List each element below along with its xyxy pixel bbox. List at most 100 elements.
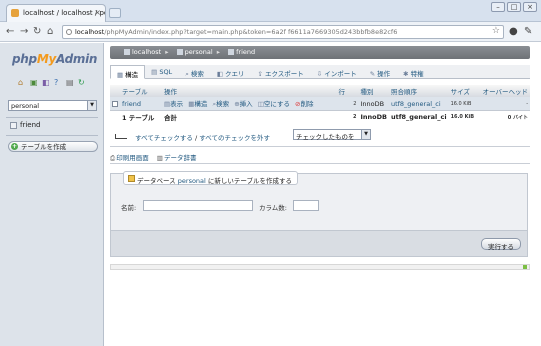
import-icon: ⇩: [316, 70, 323, 78]
with-selected-value: チェックしたものを: [296, 133, 355, 141]
tab-label: 操作: [377, 70, 391, 78]
col-rows[interactable]: 行: [336, 85, 359, 97]
tab-label: 特権: [410, 70, 424, 78]
sql-icon: ▤: [151, 68, 158, 76]
home-icon[interactable]: ⌂: [18, 79, 26, 87]
nav-table-item[interactable]: friend: [10, 121, 40, 129]
breadcrumb-table[interactable]: friend: [236, 48, 255, 56]
tab-query[interactable]: ◧ クエリ: [211, 65, 252, 79]
phpmyadmin-favicon-icon: [11, 9, 19, 17]
breadcrumb-separator-icon: ▸: [216, 48, 221, 56]
query-icon: ◧: [216, 70, 223, 78]
tab-label: SQL: [159, 68, 173, 76]
new-table-icon: [128, 175, 135, 182]
name-label: 名前:: [121, 204, 137, 212]
divider: [110, 163, 530, 164]
tab-close-icon[interactable]: ×: [94, 8, 101, 17]
check-all-bar: すべてチェックする / すべてのチェックを外す: [115, 132, 270, 142]
col-size[interactable]: サイズ: [448, 85, 481, 97]
row-size[interactable]: 16.0 KiB: [448, 97, 481, 111]
tab-structure[interactable]: ▦ 構造: [110, 65, 146, 79]
home-icon[interactable]: ⌂: [47, 26, 53, 38]
breadcrumb-server[interactable]: localhost: [132, 48, 161, 56]
address-bar[interactable]: localhost/phpMyAdmin/index.php?target=ma…: [62, 25, 504, 39]
tab-search[interactable]: ⌕ 検索: [179, 65, 211, 79]
table-name-link[interactable]: friend: [120, 97, 162, 111]
tab-privileges[interactable]: ✱ 特権: [397, 65, 430, 79]
go-button[interactable]: 実行する: [481, 238, 521, 251]
tab-label: 構造: [125, 71, 139, 79]
divider: [110, 146, 530, 147]
query-window-icon[interactable]: ◧: [42, 79, 50, 87]
help-icon[interactable]: ?: [54, 79, 62, 87]
chevron-down-icon: ▼: [361, 130, 370, 139]
create-table-label: テーブルを作成: [21, 143, 67, 151]
bookmark-star-icon[interactable]: ☆: [492, 26, 500, 36]
columns-label: カラム数:: [259, 204, 287, 212]
create-table-fieldset: データベース personal に新しいテーブルを作成する 名前: カラム数: …: [110, 171, 528, 257]
col-collation[interactable]: 照合順序: [388, 85, 449, 97]
with-selected-select[interactable]: チェックしたものを ▼: [293, 129, 371, 141]
table-header-row: テーブル 操作 行 種別 照合順序 サイズ オーバーヘッド: [110, 85, 530, 97]
summary-row: 1 テーブル 合計 2 InnoDB utf8_general_ci 16.0 …: [110, 110, 530, 123]
insert-button[interactable]: ⊕挿入: [234, 100, 252, 108]
reload-icon[interactable]: ↻: [33, 26, 41, 38]
tab-operations[interactable]: ✎ 操作: [364, 65, 397, 79]
breadcrumb-database[interactable]: personal: [185, 48, 213, 56]
divider: [6, 135, 98, 136]
minimize-icon[interactable]: –: [491, 2, 505, 12]
database-icon: [176, 49, 183, 55]
export-icon: ⇪: [257, 70, 263, 78]
browser-tab[interactable]: localhost / localhost / pers ×: [6, 4, 106, 22]
maximize-icon[interactable]: □: [507, 2, 521, 12]
row-actions: ▤表示 ▦構造 ⌕検索 ⊕挿入 ◫空にする ⊘削除: [162, 97, 337, 111]
window-close-icon[interactable]: ×: [523, 2, 537, 12]
data-dictionary-link[interactable]: データ辞書: [164, 154, 197, 162]
browser-toolbar: ← → ↻ ⌂ localhost/phpMyAdmin/index.php?t…: [0, 22, 541, 42]
col-type[interactable]: 種別: [358, 85, 389, 97]
tab-sql[interactable]: ▤ SQL: [145, 65, 179, 79]
structure-button[interactable]: ▦構造: [188, 100, 207, 108]
wrench-menu-icon[interactable]: ✎: [524, 26, 532, 38]
forward-icon[interactable]: →: [20, 26, 28, 38]
col-overhead[interactable]: オーバーヘッド: [480, 85, 530, 97]
check-arrow-icon: [115, 134, 127, 139]
main-pane: localhost ▸ personal ▸ friend ▦ 構造 ▤ SQL ⌕…: [105, 43, 541, 346]
docs-icon[interactable]: ▤: [66, 79, 74, 87]
row-overhead: -: [480, 97, 530, 111]
back-icon[interactable]: ←: [6, 26, 14, 38]
check-all-link[interactable]: すべてチェックする: [135, 134, 193, 142]
col-table[interactable]: テーブル: [120, 85, 162, 97]
nav-table-label: friend: [20, 121, 41, 129]
search-button[interactable]: ⌕検索: [212, 100, 229, 108]
column-count-input[interactable]: [293, 200, 319, 211]
extension-icon[interactable]: ●: [509, 26, 518, 38]
phpmyadmin-logo[interactable]: phpMyAdmin: [12, 52, 97, 66]
uncheck-all-link[interactable]: すべてのチェックを外す: [199, 134, 270, 142]
sql-window-icon[interactable]: ▣: [30, 79, 38, 87]
divider: [6, 117, 98, 118]
tab-export[interactable]: ⇪ エクスポート: [251, 65, 310, 79]
browse-button[interactable]: ▤表示: [164, 100, 183, 108]
table-icon: [228, 49, 235, 55]
table-name-input[interactable]: [143, 200, 253, 211]
summary-overhead: 0 バイト: [480, 110, 530, 123]
structure-icon: ▦: [117, 71, 124, 79]
print-view-link[interactable]: 印刷用画面: [116, 154, 149, 162]
row-collation: utf8_general_ci: [388, 97, 449, 111]
summary-rows: 2: [336, 110, 359, 123]
window-controls: – □ ×: [491, 2, 537, 12]
chevron-down-icon: ▼: [87, 101, 96, 110]
row-checkbox[interactable]: [112, 100, 118, 107]
create-table-button[interactable]: + テーブルを作成: [8, 141, 98, 152]
left-icon-row: ⌂ ▣ ◧ ? ▤ ↻: [18, 79, 86, 87]
tab-import[interactable]: ⇩ インポート: [311, 65, 364, 79]
url-host: localhost: [75, 28, 105, 36]
browser-titlebar: localhost / localhost / pers × – □ ×: [0, 0, 541, 22]
empty-button[interactable]: ◫空にする: [258, 100, 290, 108]
refresh-icon[interactable]: ↻: [78, 79, 86, 87]
database-select[interactable]: personal ▼: [8, 100, 97, 111]
new-tab-button[interactable]: [109, 8, 121, 18]
tab-label: インポート: [324, 70, 357, 78]
drop-button[interactable]: ⊘削除: [295, 100, 313, 108]
